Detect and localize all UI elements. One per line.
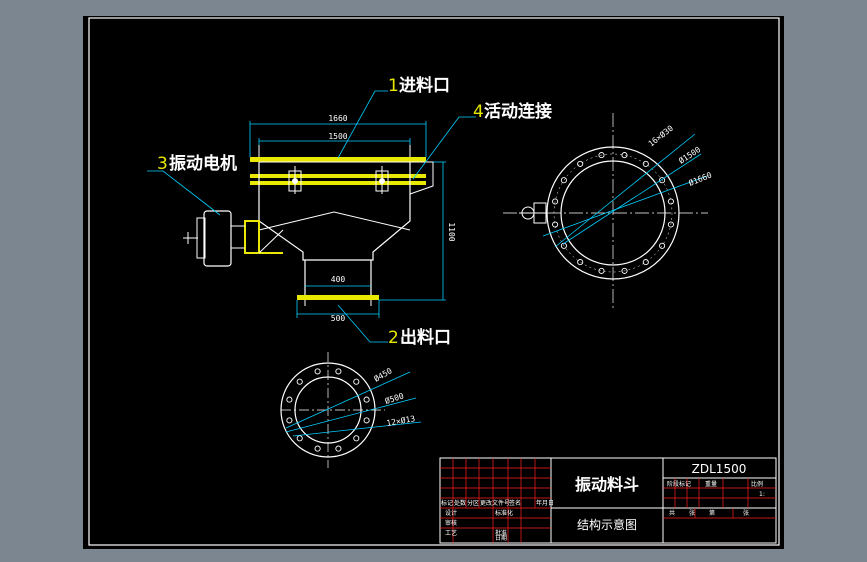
top-flange-bolt-hole <box>667 198 674 205</box>
outlet-flange-bolt-hole <box>314 445 321 452</box>
outlet-flange-bolt-hole <box>353 435 360 442</box>
top-flange-bolt-hole <box>598 267 605 274</box>
dim-top-outer: 1660 <box>328 114 347 123</box>
dim-outlet-outer: 500 <box>331 314 346 323</box>
drawing-canvas: 1660 1500 1100 400 500 1 进料口 4 活动连接 3 振动… <box>88 17 780 546</box>
bolt-right <box>375 166 389 194</box>
label-mark: 标记 <box>441 499 453 507</box>
outlet-flange-bolt-hole <box>335 368 342 375</box>
outlet-flange-plan-view: Ø450 Ø500 12×Ø13 <box>280 352 422 468</box>
hopper-rim <box>258 145 411 157</box>
label-date: 年月日 <box>536 499 554 507</box>
outlet-flange-bolt-hole <box>314 368 321 375</box>
label-stage: 阶段标记 <box>667 480 691 488</box>
label-sign: 签名 <box>509 499 521 507</box>
drawing-title: 振动料斗 <box>575 475 639 494</box>
drawing-sheet: 1660 1500 1100 400 500 1 进料口 4 活动连接 3 振动… <box>83 16 784 549</box>
dim-top-inner: 1500 <box>328 132 347 141</box>
top-flange-bolt-hole <box>552 221 559 228</box>
label-process: 工艺 <box>445 529 457 537</box>
outlet-flange-bolt-hole <box>353 378 360 385</box>
top-flange-bolt-hole <box>560 177 567 184</box>
label-change-doc: 更改文件号 <box>480 499 510 507</box>
label-scale: 比例 <box>751 480 763 488</box>
label-date-bottom: 日期 <box>495 534 507 542</box>
top-flange-middle <box>250 174 426 178</box>
callout-joint: 4 活动连接 <box>473 101 552 122</box>
outlet-flange <box>297 295 379 300</box>
drawing-number: ZDL1500 <box>692 462 747 476</box>
callout-leaders <box>147 90 476 343</box>
label-number: 第 <box>709 509 715 517</box>
label-sheet: 张 <box>689 509 695 517</box>
bolt-left <box>288 166 302 194</box>
dim-top-d-outer: Ø1660 <box>687 169 713 187</box>
hopper-front-view: 1660 1500 1100 400 500 <box>183 114 456 323</box>
callout-inlet-number: 1 <box>388 76 399 96</box>
callout-inlet-text: 进料口 <box>399 75 450 96</box>
callout-outlet-number: 2 <box>388 328 399 348</box>
vibration-motor <box>183 210 245 267</box>
top-flange-bolt-hole <box>577 160 584 167</box>
dim-outlet-inner: 400 <box>331 275 346 284</box>
dim-bot-bolts: 12×Ø13 <box>386 413 416 428</box>
dim-top-bolts: 16×Ø30 <box>646 123 675 149</box>
motor-bracket <box>244 220 260 254</box>
label-design: 设计 <box>445 509 457 517</box>
top-view-motor <box>519 202 547 224</box>
outlet-flange-bolt-hole <box>363 417 370 424</box>
label-review: 审核 <box>445 519 457 527</box>
callout-motor-number: 3 <box>157 154 168 174</box>
top-flange-plan-view: 16×Ø30 Ø1500 Ø1660 <box>503 113 713 311</box>
front-dimensions <box>249 121 446 318</box>
callout-joint-number: 4 <box>473 102 484 122</box>
outlet-flange-bolt-hole <box>286 396 293 403</box>
callout-outlet: 2 出料口 <box>388 327 451 348</box>
top-flange-bolt-hole <box>642 259 649 266</box>
callout-joint-text: 活动连接 <box>484 101 552 122</box>
scale-value: 1: <box>759 491 765 498</box>
top-flange-lower <box>250 181 426 185</box>
inner-cone <box>258 211 411 231</box>
top-flange-bolt-hole <box>577 259 584 266</box>
top-flange-bolt-hole <box>621 152 628 159</box>
label-standard: 标准化 <box>495 509 513 517</box>
top-flange-bolt-hole <box>642 160 649 167</box>
outlet-flange-bolt-hole <box>363 396 370 403</box>
outlet-flange-bolt-hole <box>296 378 303 385</box>
callout-outlet-text: 出料口 <box>400 327 451 348</box>
label-total: 共 <box>669 509 675 517</box>
outlet-flange-bolt-hole <box>296 435 303 442</box>
callout-inlet: 1 进料口 <box>388 75 450 96</box>
outlet-flange-bolt-hole <box>286 417 293 424</box>
label-weight: 重量 <box>705 480 717 488</box>
drawing-subtitle: 结构示意图 <box>577 517 637 532</box>
label-zone: 分区 <box>467 499 479 507</box>
callout-motor: 3 振动电机 <box>157 153 237 174</box>
label-sheet-2: 张 <box>743 509 749 517</box>
label-count: 处数 <box>454 499 466 507</box>
dim-height: 1100 <box>447 222 456 241</box>
top-flange-bolt-hole <box>659 242 666 249</box>
callout-motor-text: 振动电机 <box>169 153 237 174</box>
outlet-flange-bolt-hole <box>335 445 342 452</box>
dim-top-d-inner: Ø1500 <box>677 144 703 166</box>
title-block: 标记 处数 分区 更改文件号 签名 年月日 设计 标准化 审核 工艺 批准 日期… <box>439 457 777 544</box>
sheet-border <box>88 17 780 546</box>
